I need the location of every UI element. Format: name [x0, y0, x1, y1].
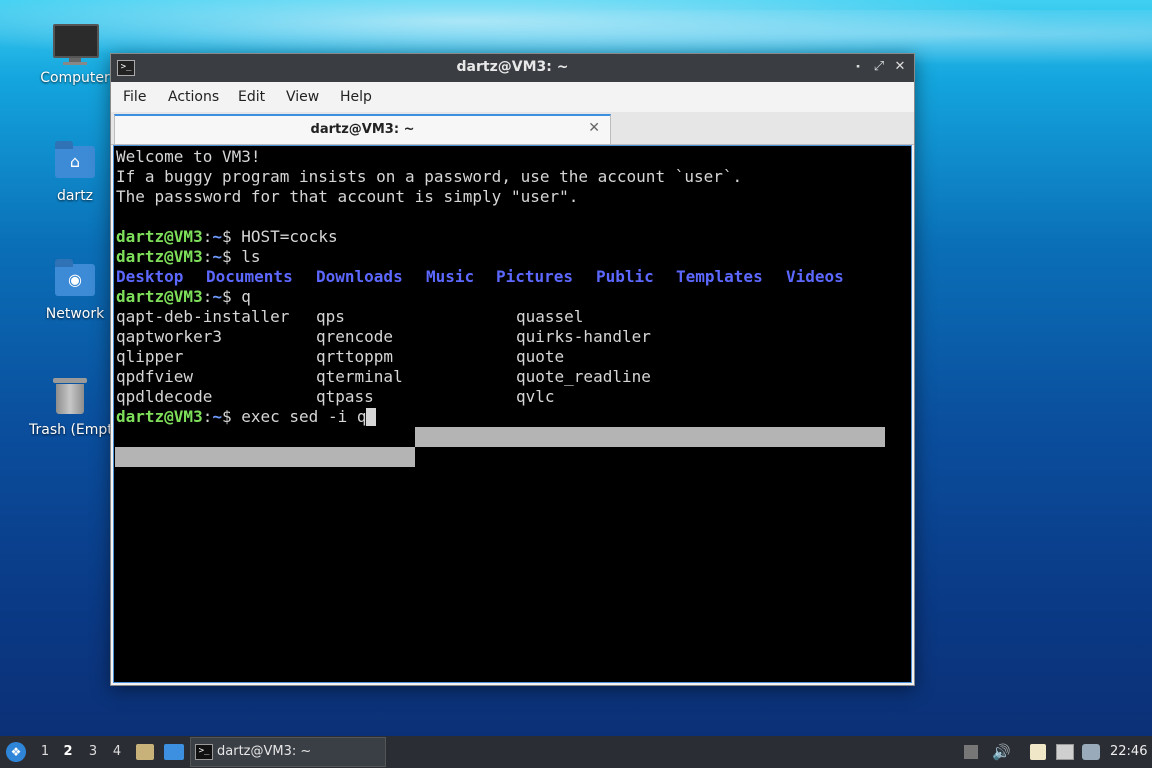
desktop-icon-label: Computer [40, 70, 110, 86]
completion-entry: qrencode [316, 327, 394, 346]
menu-view[interactable]: View [286, 89, 319, 105]
prompt-path: ~ [212, 227, 222, 246]
maximize-button[interactable]: ⤢ [871, 59, 887, 75]
menu-file[interactable]: File [123, 89, 146, 105]
completion-entry: qaptworker3 [116, 327, 222, 346]
computer-icon [53, 22, 99, 66]
desktop-icon-trash[interactable]: Trash (Empty) [27, 374, 113, 438]
workspace-3[interactable]: 3 [84, 736, 102, 768]
workspace-2[interactable]: 2 [59, 736, 77, 768]
command-text: q [241, 287, 251, 306]
tab-bar: dartz@VM3: ~ ✕ [111, 112, 914, 145]
prompt-path: ~ [212, 247, 222, 266]
desktop-icon-label: Trash (Empty) [29, 422, 113, 438]
dir-entry: Downloads [316, 267, 403, 286]
minimize-button[interactable]: ⬝ [850, 59, 866, 75]
prompt-user: dartz@VM3 [116, 227, 203, 246]
terminal-prompt-line: dartz@VM3:~$ exec sed -i q [116, 407, 377, 427]
completion-entry: quassel [516, 307, 584, 326]
prompt-separator: : [202, 407, 213, 426]
completion-entry: qpdldecode [116, 387, 213, 406]
command-text: ls [241, 247, 261, 266]
completion-entry: quirks-handler [516, 327, 651, 346]
menu-help[interactable]: Help [340, 89, 372, 105]
desktop-icon-label: Network [45, 306, 105, 322]
volume-icon[interactable]: 🔊 [992, 744, 1011, 760]
text-selection [415, 427, 885, 447]
dir-entry: Music [426, 267, 475, 286]
terminal-line: Welcome to VM3! [116, 147, 261, 166]
text-cursor [366, 408, 377, 426]
workspace-4[interactable]: 4 [108, 736, 126, 768]
task-button-label: dartz@VM3: ~ [217, 744, 312, 759]
trash-icon [48, 374, 92, 418]
network-folder-icon: ◉ [53, 258, 97, 302]
file-manager-icon[interactable] [136, 744, 154, 760]
terminal-output[interactable]: Welcome to VM3! If a buggy program insis… [113, 145, 912, 683]
completion-entry: qpdfview [116, 367, 194, 386]
home-folder-icon: ⌂ [53, 140, 97, 184]
notification-icon[interactable] [1082, 744, 1100, 760]
desktop-icon-home[interactable]: ⌂ dartz [27, 140, 123, 204]
dir-entry: Templates [676, 267, 763, 286]
terminal-prompt-line: dartz@VM3:~$ HOST=cocks [116, 227, 338, 247]
terminal-window[interactable]: >_ dartz@VM3: ~ ⬝ ⤢ ✕ File Actions Edit … [110, 53, 915, 686]
terminal-prompt-line: dartz@VM3:~$ q [116, 287, 251, 307]
dir-entry: Pictures [496, 267, 574, 286]
desktop-icon-label: dartz [56, 188, 94, 204]
menu-actions[interactable]: Actions [168, 89, 219, 105]
dir-entry: Documents [206, 267, 293, 286]
prompt-dollar: $ [221, 227, 242, 246]
prompt-user: dartz@VM3 [116, 287, 203, 306]
desktop-icon-network[interactable]: ◉ Network [27, 258, 123, 322]
tray-up-arrow-icon[interactable] [964, 745, 978, 759]
show-desktop-icon[interactable] [164, 744, 184, 760]
dir-entry: Desktop [116, 267, 184, 286]
close-button[interactable]: ✕ [892, 59, 908, 75]
completion-entry: quote_readline [516, 367, 651, 386]
completion-entry: qvlc [516, 387, 555, 406]
window-titlebar[interactable]: >_ dartz@VM3: ~ ⬝ ⤢ ✕ [111, 54, 914, 82]
terminal-icon: >_ [195, 744, 213, 760]
prompt-dollar: $ [221, 247, 242, 266]
dir-entry: Videos [786, 267, 844, 286]
tab-close-icon[interactable]: ✕ [588, 120, 600, 136]
prompt-separator: : [202, 247, 213, 266]
network-status-icon[interactable] [1056, 744, 1074, 760]
completion-entry: qrttoppm [316, 347, 394, 366]
completion-entry: qterminal [316, 367, 403, 386]
clock[interactable]: 22:46 [1110, 736, 1147, 768]
prompt-user: dartz@VM3 [116, 407, 203, 426]
prompt-path: ~ [212, 287, 222, 306]
dir-entry: Public [596, 267, 654, 286]
prompt-path: ~ [212, 407, 222, 426]
prompt-user: dartz@VM3 [116, 247, 203, 266]
terminal-line: If a buggy program insists on a password… [116, 167, 743, 186]
workspace-1[interactable]: 1 [36, 736, 54, 768]
menu-bar: File Actions Edit View Help [111, 82, 914, 112]
completion-entry: qlipper [116, 347, 184, 366]
task-button-terminal[interactable]: >_ dartz@VM3: ~ [190, 737, 386, 767]
menu-edit[interactable]: Edit [238, 89, 265, 105]
completion-entry: qps [316, 307, 345, 326]
completion-entry: qapt-deb-installer [116, 307, 290, 326]
taskbar: ❖ 1 2 3 4 >_ dartz@VM3: ~ 🔊 22:46 [0, 736, 1152, 768]
desktop-icon-computer[interactable]: Computer [27, 22, 123, 86]
command-text: HOST=cocks [241, 227, 338, 246]
terminal-prompt-line: dartz@VM3:~$ ls [116, 247, 261, 267]
prompt-separator: : [202, 227, 213, 246]
clipboard-icon[interactable] [1030, 744, 1046, 760]
prompt-dollar: $ [221, 407, 242, 426]
window-title: dartz@VM3: ~ [456, 59, 569, 75]
prompt-dollar: $ [221, 287, 242, 306]
tab-terminal[interactable]: dartz@VM3: ~ ✕ [114, 114, 611, 144]
completion-entry: quote [516, 347, 565, 366]
text-selection [115, 447, 415, 467]
terminal-line: The passsword for that account is simply… [116, 187, 579, 206]
command-input[interactable]: exec sed -i q [241, 407, 366, 426]
completion-entry: qtpass [316, 387, 374, 406]
start-menu-icon[interactable]: ❖ [6, 742, 26, 762]
prompt-separator: : [202, 287, 213, 306]
tab-title: dartz@VM3: ~ [310, 122, 415, 137]
